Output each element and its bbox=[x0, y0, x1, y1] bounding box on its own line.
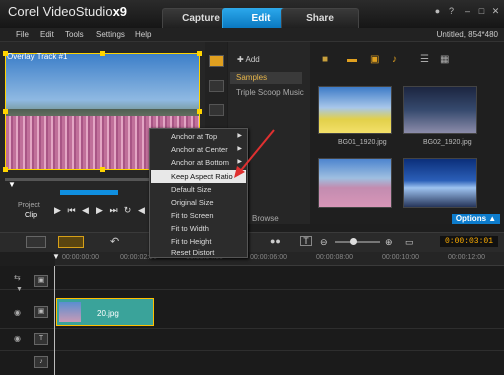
track-divider bbox=[0, 289, 504, 290]
annotation-arrow-icon bbox=[234, 129, 275, 178]
thumb-view-icon[interactable]: ▦ bbox=[440, 54, 449, 65]
menu-item-fit-to-width[interactable]: Fit to Width bbox=[151, 222, 246, 235]
music-filter-icon[interactable]: ♪ bbox=[392, 54, 397, 65]
title-tool-icon[interactable]: T bbox=[300, 236, 312, 246]
track-divider bbox=[0, 350, 504, 351]
track-visibility-icon[interactable]: ◉ bbox=[14, 308, 21, 317]
zoom-slider-thumb[interactable] bbox=[350, 238, 357, 245]
track-divider bbox=[0, 328, 504, 329]
list-view-icon[interactable]: ☰ bbox=[420, 54, 429, 65]
menu-item-default-size[interactable]: Default Size bbox=[151, 183, 246, 196]
library-thumbnail[interactable] bbox=[403, 86, 477, 134]
overlay-track-icon[interactable]: ▣ bbox=[34, 306, 48, 318]
ruler-tick-label: 00:00:12:00 bbox=[448, 254, 485, 261]
undo-icon[interactable]: ↶ bbox=[110, 235, 119, 248]
resize-handle[interactable] bbox=[3, 109, 8, 114]
app-title: Corel VideoStudiox9 bbox=[8, 4, 128, 19]
playback-controls: ▶ ⏮ ◀ ▶ ⏭ ↻ ◀ bbox=[52, 205, 150, 216]
ruler-tick-label: 00:00:06:00 bbox=[250, 254, 287, 261]
folder-samples[interactable]: Samples bbox=[230, 72, 302, 84]
video-filter-icon[interactable]: ▬ bbox=[347, 54, 357, 65]
media-icon[interactable] bbox=[209, 55, 224, 67]
resize-handle[interactable] bbox=[3, 167, 8, 172]
fit-project-icon[interactable]: ▭ bbox=[405, 237, 414, 248]
thumbnail-name: BG02_1920.jpg bbox=[423, 139, 472, 146]
resize-handle[interactable] bbox=[197, 109, 202, 114]
playhead-marker[interactable]: ▼ bbox=[8, 180, 16, 189]
clip-name: 20.jpg bbox=[97, 309, 119, 318]
resize-handle[interactable] bbox=[100, 51, 105, 56]
storyboard-view-icon[interactable] bbox=[26, 236, 46, 248]
end-icon[interactable]: ⏭ bbox=[108, 205, 119, 216]
minimize-icon[interactable]: – bbox=[462, 6, 473, 17]
menu-file[interactable]: File bbox=[16, 30, 29, 39]
project-mode-label[interactable]: Project bbox=[18, 202, 40, 209]
library-thumbnail[interactable] bbox=[403, 158, 477, 208]
mixer-icon[interactable]: ●● bbox=[270, 236, 281, 246]
menu-edit[interactable]: Edit bbox=[40, 30, 54, 39]
zoom-in-icon[interactable]: ⊕ bbox=[385, 237, 393, 248]
resize-handle[interactable] bbox=[100, 167, 105, 172]
prev-frame-icon[interactable]: ◀ bbox=[80, 205, 91, 216]
timeline-timecode[interactable]: 0:00:03:01 bbox=[440, 236, 498, 247]
menu-tools[interactable]: Tools bbox=[65, 30, 84, 39]
voice-track-icon[interactable]: ♪ bbox=[34, 356, 48, 368]
library-thumbnail[interactable] bbox=[318, 158, 392, 208]
menu-settings[interactable]: Settings bbox=[96, 30, 125, 39]
project-info: Untitled, 854*480 bbox=[436, 30, 498, 39]
playhead-line bbox=[54, 266, 55, 375]
overlay-track-label: Overlay Track #1 bbox=[7, 52, 68, 61]
menu-item-fit-to-screen[interactable]: Fit to Screen bbox=[151, 209, 246, 222]
clip-mode-label[interactable]: Clip bbox=[25, 212, 37, 219]
options-button[interactable]: Options ▲ bbox=[452, 214, 500, 224]
resize-handle[interactable] bbox=[3, 51, 8, 56]
help-icon[interactable]: ? bbox=[446, 6, 457, 17]
ruler-tick-label: 00:00:10:00 bbox=[382, 254, 419, 261]
home-icon[interactable]: ⏮ bbox=[66, 205, 77, 216]
ruler-tick-label: 00:00:08:00 bbox=[316, 254, 353, 261]
transition-icon[interactable] bbox=[209, 104, 224, 116]
resize-handle[interactable] bbox=[197, 51, 202, 56]
menu-help[interactable]: Help bbox=[135, 30, 151, 39]
close-icon[interactable]: ✕ bbox=[490, 6, 501, 17]
library-thumbnail[interactable] bbox=[318, 86, 392, 134]
trim-bar[interactable] bbox=[60, 190, 118, 195]
ruler-tick-label: 00:00:00:00 bbox=[62, 254, 99, 261]
repeat-icon[interactable]: ↻ bbox=[122, 205, 133, 216]
title-track-icon[interactable]: T bbox=[34, 333, 48, 345]
tab-share[interactable]: Share bbox=[281, 8, 359, 28]
next-frame-icon[interactable]: ▶ bbox=[94, 205, 105, 216]
folder-triple-scoop[interactable]: Triple Scoop Music bbox=[236, 88, 304, 97]
play-icon[interactable]: ▶ bbox=[52, 205, 63, 216]
zoom-out-icon[interactable]: ⊖ bbox=[320, 237, 328, 248]
thumbnail-name: BG01_1920.jpg bbox=[338, 139, 387, 146]
instant-project-icon[interactable] bbox=[209, 80, 224, 92]
add-folder-button[interactable]: ✚ Add bbox=[237, 55, 260, 64]
track-visibility-icon[interactable]: ◉ bbox=[14, 334, 21, 343]
track-manager-icon[interactable]: ⇆ bbox=[14, 273, 21, 282]
timeline-view-icon[interactable] bbox=[58, 236, 84, 248]
browse-button[interactable]: Browse bbox=[252, 214, 279, 223]
zoom-slider[interactable] bbox=[335, 241, 380, 243]
info-icon[interactable]: ● bbox=[432, 6, 443, 17]
menu-item-reset-distort[interactable]: Reset Distort bbox=[151, 246, 246, 259]
video-track-icon[interactable]: ▣ bbox=[34, 275, 48, 287]
timeline-playhead[interactable]: ▼ bbox=[52, 252, 60, 261]
maximize-icon[interactable]: □ bbox=[476, 6, 487, 17]
menu-item-original-size[interactable]: Original Size bbox=[151, 196, 246, 209]
folder-icon[interactable]: ■ bbox=[322, 54, 328, 65]
photo-filter-icon[interactable]: ▣ bbox=[370, 54, 379, 65]
volume-icon[interactable]: ◀ bbox=[136, 205, 147, 216]
collapse-icon[interactable]: ▼ bbox=[16, 286, 23, 293]
